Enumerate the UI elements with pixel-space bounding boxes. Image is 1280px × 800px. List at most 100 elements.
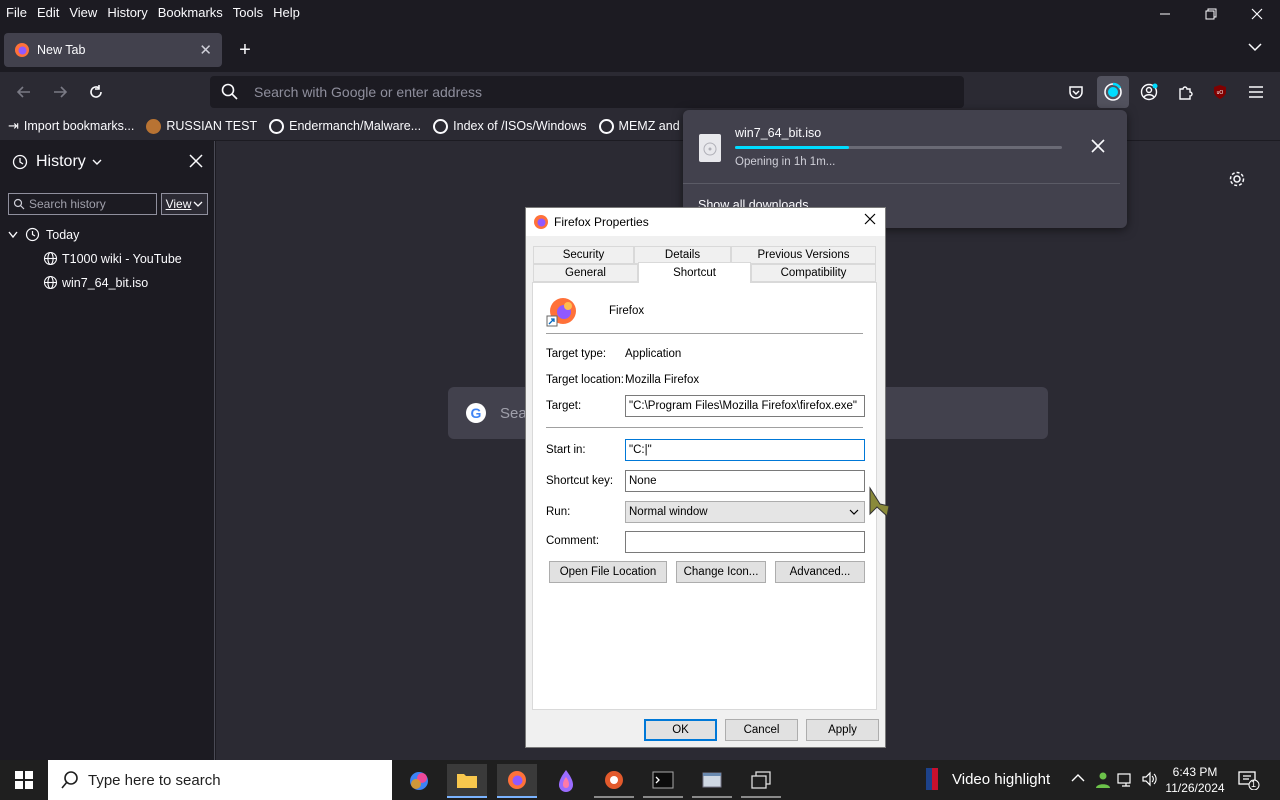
start-button[interactable]	[0, 760, 48, 800]
history-group-today[interactable]: Today	[8, 227, 79, 242]
reload-button[interactable]	[84, 80, 108, 104]
taskbar-copilot[interactable]	[399, 764, 439, 798]
menu-tools[interactable]: Tools	[227, 5, 267, 20]
clock[interactable]: 6:43 PM 11/26/2024	[1160, 764, 1230, 796]
network-icon[interactable]	[1117, 772, 1135, 791]
target-type-value: Application	[625, 348, 682, 360]
restore-button[interactable]	[1188, 0, 1234, 28]
tab-new-tab[interactable]: New Tab ✕	[4, 33, 222, 67]
download-progress-icon	[1104, 82, 1122, 101]
menu-history[interactable]: History	[101, 5, 151, 20]
dialog-close-button[interactable]	[863, 212, 877, 231]
firefox-icon	[534, 215, 548, 229]
taskbar-firefox[interactable]	[497, 764, 537, 798]
taskbar-app-red[interactable]	[594, 764, 634, 798]
menu-bookmarks[interactable]: Bookmarks	[152, 5, 227, 20]
notifications-button[interactable]: 1	[1238, 770, 1260, 795]
google-icon: G	[466, 403, 486, 423]
history-item[interactable]: T1000 wiki - YouTube	[43, 251, 182, 266]
bookmark-label: Index of /ISOs/Windows	[453, 119, 587, 133]
tab-previous-versions[interactable]: Previous Versions	[731, 246, 876, 264]
bookmark-label: Endermanch/Malware...	[289, 119, 422, 133]
menu-view[interactable]: View	[63, 5, 101, 20]
new-tab-button[interactable]: +	[233, 38, 257, 62]
ublock-button[interactable]: uO	[1208, 80, 1232, 104]
google-icon	[433, 118, 449, 134]
sidebar-switcher[interactable]: History	[12, 153, 103, 171]
clock-date: 11/26/2024	[1165, 781, 1225, 795]
close-window-button[interactable]	[1234, 0, 1280, 28]
page-settings-button[interactable]	[1228, 170, 1246, 193]
notification-count: 1	[1251, 779, 1257, 789]
back-button[interactable]	[12, 80, 36, 104]
change-icon-button[interactable]: Change Icon...	[676, 561, 766, 583]
taskbar-search-placeholder: Type here to search	[88, 771, 221, 789]
people-icon[interactable]	[1094, 771, 1112, 792]
menu-file[interactable]: File	[0, 5, 31, 20]
show-hidden-icons[interactable]	[1071, 770, 1085, 786]
forward-button[interactable]	[48, 80, 72, 104]
tab-compatibility[interactable]: Compatibility	[751, 264, 876, 282]
search-icon	[13, 198, 25, 210]
cancel-button[interactable]: Cancel	[725, 719, 798, 741]
downloads-button[interactable]	[1097, 76, 1129, 108]
firefox-shortcut-icon	[546, 298, 576, 327]
terminal-icon	[652, 771, 674, 789]
windows-stack-icon	[751, 771, 771, 789]
open-file-location-button[interactable]: Open File Location	[549, 561, 667, 583]
apply-button[interactable]: Apply	[806, 719, 879, 741]
copilot-icon	[410, 772, 428, 790]
chevron-down-icon	[92, 159, 102, 165]
volume-icon[interactable]	[1141, 771, 1159, 790]
comment-field[interactable]	[625, 531, 865, 553]
pocket-button[interactable]	[1064, 80, 1088, 104]
run-select[interactable]: Normal window	[625, 501, 865, 523]
favicon-icon	[146, 118, 162, 134]
history-view-button[interactable]: View	[161, 193, 208, 215]
nba-icon	[926, 768, 938, 790]
cancel-download-button[interactable]	[1090, 138, 1106, 159]
start-in-field[interactable]: "C:|"	[625, 439, 865, 461]
download-filename[interactable]: win7_64_bit.iso	[735, 126, 821, 140]
account-button[interactable]	[1137, 80, 1161, 104]
menu-help[interactable]: Help	[267, 5, 304, 20]
clock-time: 6:43 PM	[1172, 765, 1218, 779]
bookmark-import[interactable]: ⇥ Import bookmarks...	[8, 118, 134, 134]
history-search-input[interactable]: Search history	[8, 193, 157, 215]
list-all-tabs-icon[interactable]	[1248, 40, 1262, 55]
target-location-value: Mozilla Firefox	[625, 374, 700, 386]
app-menu-button[interactable]	[1244, 80, 1268, 104]
advanced-button[interactable]: Advanced...	[775, 561, 865, 583]
minimize-button[interactable]	[1142, 0, 1188, 28]
address-bar[interactable]: Search with Google or enter address	[210, 76, 964, 108]
chevron-down-icon	[8, 231, 18, 238]
taskbar-terminal[interactable]	[643, 764, 683, 798]
account-icon	[1140, 83, 1158, 101]
clock-icon	[25, 227, 40, 242]
bookmark-endermanch[interactable]: Endermanch/Malware...	[269, 118, 422, 134]
video-highlight[interactable]: Video highlight	[926, 768, 1050, 790]
taskbar-app-window[interactable]	[692, 764, 732, 798]
bookmark-index-isos[interactable]: Index of /ISOs/Windows	[433, 118, 587, 134]
history-item[interactable]: win7_64_bit.iso	[43, 275, 148, 290]
ok-button[interactable]: OK	[644, 719, 717, 741]
chevron-down-icon	[193, 201, 203, 207]
google-search-placeholder: Sea	[500, 404, 527, 422]
taskbar-task-view[interactable]	[741, 764, 781, 798]
tab-shortcut[interactable]: Shortcut	[638, 262, 751, 283]
target-field[interactable]: "C:\Program Files\Mozilla Firefox\firefo…	[625, 395, 865, 417]
bookmark-label: RUSSIAN TEST	[166, 119, 258, 133]
taskbar-search-box[interactable]: Type here to search	[48, 760, 392, 800]
taskbar-app-drop[interactable]	[546, 764, 586, 798]
tab-close-icon[interactable]: ✕	[199, 41, 212, 59]
bookmark-russian-test[interactable]: RUSSIAN TEST	[146, 118, 258, 134]
taskbar-file-explorer[interactable]	[447, 764, 487, 798]
extensions-button[interactable]	[1173, 80, 1197, 104]
globe-icon	[43, 275, 58, 290]
tab-general[interactable]: General	[533, 264, 638, 282]
sidebar-close-button[interactable]	[188, 153, 204, 174]
menu-edit[interactable]: Edit	[31, 5, 63, 20]
shortcut-key-field[interactable]: None	[625, 470, 865, 492]
tab-security[interactable]: Security	[533, 246, 634, 264]
restore-icon	[1205, 8, 1217, 20]
